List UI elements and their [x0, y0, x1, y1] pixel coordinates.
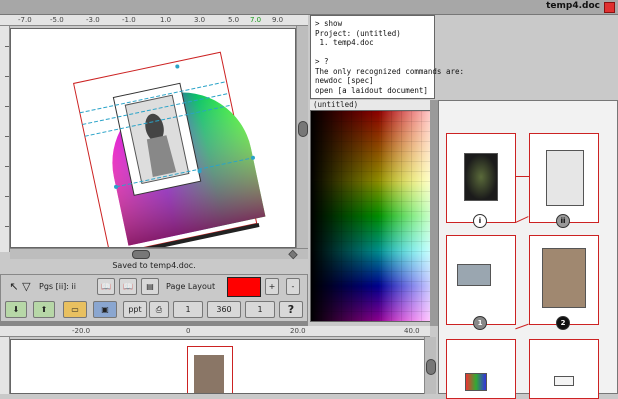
close-icon[interactable]	[604, 2, 615, 13]
toolbar: ↖ ▽ Pgs [ii]: ii 📖 📖 ▤ Page Layout + - ⬇…	[0, 274, 308, 322]
page-image	[554, 376, 574, 386]
status-message: Saved to temp4.doc.	[112, 261, 196, 270]
book-open-icon[interactable]: 📖	[119, 278, 137, 295]
ruler-label: 40.0	[404, 327, 420, 335]
page-preview	[187, 346, 233, 393]
export-icon[interactable]: ⬆	[33, 301, 55, 318]
scroll-grip[interactable]	[298, 121, 308, 137]
ruler-label: 0	[186, 327, 191, 335]
command-console[interactable]: > show Project: (untitled) 1. temp4.doc …	[310, 15, 464, 99]
left-ruler-2	[0, 337, 10, 394]
page-label: ii	[556, 214, 570, 228]
ruler-label: 1.0	[160, 16, 172, 24]
spread-editor[interactable]: i ii 1 2	[438, 100, 618, 399]
page-thumb[interactable]	[446, 133, 516, 223]
pane-divider[interactable]	[430, 100, 438, 326]
secondary-canvas[interactable]	[10, 339, 426, 394]
ruler-label: 9.0	[272, 16, 284, 24]
page-thumb[interactable]	[529, 339, 599, 399]
page-thumb[interactable]	[529, 235, 599, 325]
ruler-label: -7.0	[18, 16, 32, 24]
title-bar: temp4.doc	[0, 0, 618, 15]
canvas-vertical-scrollbar[interactable]	[296, 26, 308, 248]
book-icon[interactable]: 📖	[97, 278, 115, 295]
page-image	[542, 248, 586, 308]
page-image	[465, 373, 487, 391]
pages-label: Pgs [ii]: ii	[39, 282, 76, 291]
save-icon[interactable]: ▣	[93, 301, 117, 318]
ppt-button[interactable]: ppt	[123, 301, 147, 318]
ruler-label: -3.0	[86, 16, 100, 24]
page-thumb[interactable]	[446, 339, 516, 399]
corner-handle-icon[interactable]	[288, 249, 298, 260]
color-palette[interactable]	[310, 110, 435, 322]
page-image	[457, 264, 491, 286]
ruler-label: 20.0	[290, 327, 306, 335]
window-title: temp4.doc	[546, 1, 600, 11]
canvas-drawing	[73, 51, 266, 247]
ruler-label: 5.0	[228, 16, 240, 24]
field-3[interactable]: 1	[245, 301, 275, 318]
ruler-label: -20.0	[72, 327, 91, 335]
import-icon[interactable]: ⬇	[5, 301, 27, 318]
open-folder-icon[interactable]: ▭	[63, 301, 87, 318]
page-label: 2	[556, 316, 570, 330]
page-label: 1	[473, 316, 487, 330]
palette-grid	[311, 111, 434, 321]
add-button[interactable]: +	[265, 278, 279, 295]
field-1[interactable]: 1	[173, 301, 203, 318]
ruler-label: 3.0	[194, 16, 206, 24]
layout-color-swatch[interactable]	[227, 277, 261, 297]
page-layout-label: Page Layout	[166, 282, 216, 291]
ruler-label: -5.0	[50, 16, 64, 24]
page-image	[194, 355, 224, 393]
document-canvas[interactable]	[10, 28, 296, 248]
field-rotation[interactable]: 360	[207, 301, 241, 318]
help-button[interactable]: ?	[279, 301, 303, 318]
left-ruler	[0, 26, 10, 252]
canvas-horizontal-scrollbar[interactable]	[10, 248, 308, 260]
arrow-tool-icon[interactable]: ↖ ▽	[5, 278, 35, 295]
page-label: i	[473, 214, 487, 228]
print-icon[interactable]: ⎙	[149, 301, 169, 318]
remove-button[interactable]: -	[286, 278, 300, 295]
page-icon[interactable]: ▤	[141, 278, 159, 295]
page-image	[464, 153, 498, 201]
ruler-label: 7.0	[250, 16, 262, 24]
page-thumb[interactable]	[446, 235, 516, 325]
page-thumb[interactable]	[529, 133, 599, 223]
scroll-grip[interactable]	[132, 250, 150, 259]
ruler-label: -1.0	[122, 16, 136, 24]
top-ruler: -7.0 -5.0 -3.0 -1.0 1.0 3.0 5.0 7.0 9.0	[0, 15, 308, 26]
scroll-grip[interactable]	[426, 359, 436, 375]
secondary-scrollbar[interactable]	[424, 337, 436, 394]
bottom-ruler: -20.0 0 20.0 40.0	[0, 326, 430, 337]
page-image	[546, 150, 584, 206]
palette-title: (untitled)	[310, 100, 435, 110]
